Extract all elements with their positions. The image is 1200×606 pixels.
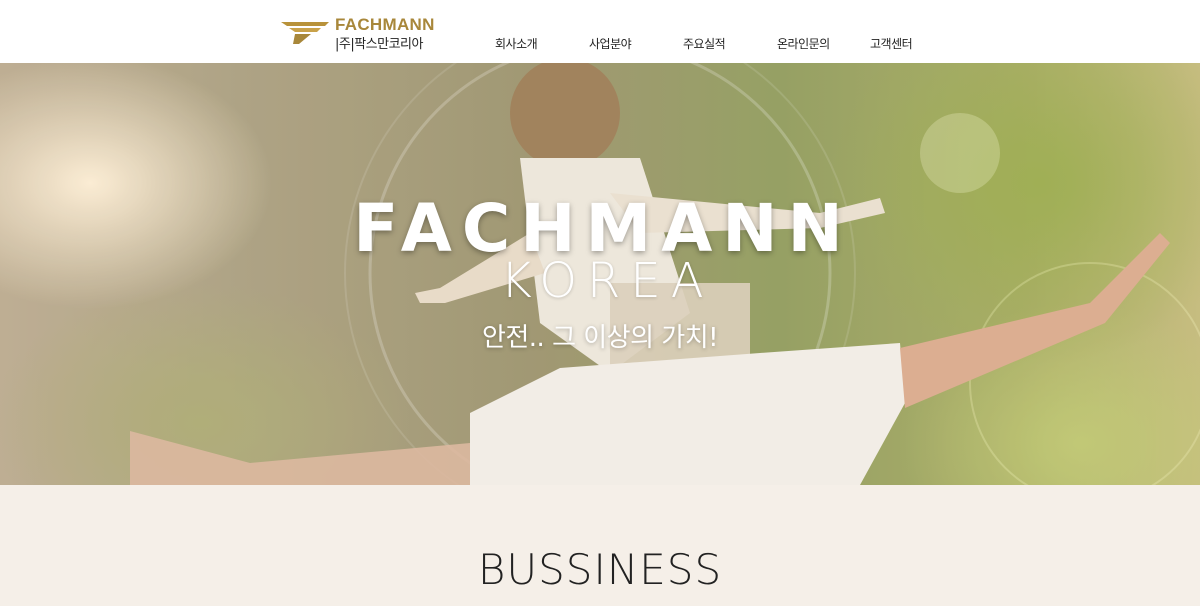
hero-subtitle: KOREA [500,253,714,309]
business-section: BUSSINESS [0,485,1200,606]
hero-tagline: 안전.. 그 이상의 가치! [481,323,719,353]
page: FACHMANN |주|팍스만코리아 회사소개 사업분야 주요실적 온라인문의 … [0,0,1200,606]
hero-banner: FACHMANN KOREA 안전.. 그 이상의 가치! [0,63,1200,485]
main-nav: 회사소개 사업분야 주요실적 온라인문의 고객센터 [0,0,1200,63]
nav-item-business[interactable]: 사업분야 [589,35,632,52]
site-header: FACHMANN |주|팍스만코리아 회사소개 사업분야 주요실적 온라인문의 … [0,0,1200,63]
nav-item-company[interactable]: 회사소개 [495,35,538,52]
nav-item-portfolio[interactable]: 주요실적 [683,35,726,52]
nav-item-support[interactable]: 고객센터 [870,35,913,52]
business-heading: BUSSINESS [477,545,723,594]
nav-item-inquiry[interactable]: 온라인문의 [777,35,830,52]
